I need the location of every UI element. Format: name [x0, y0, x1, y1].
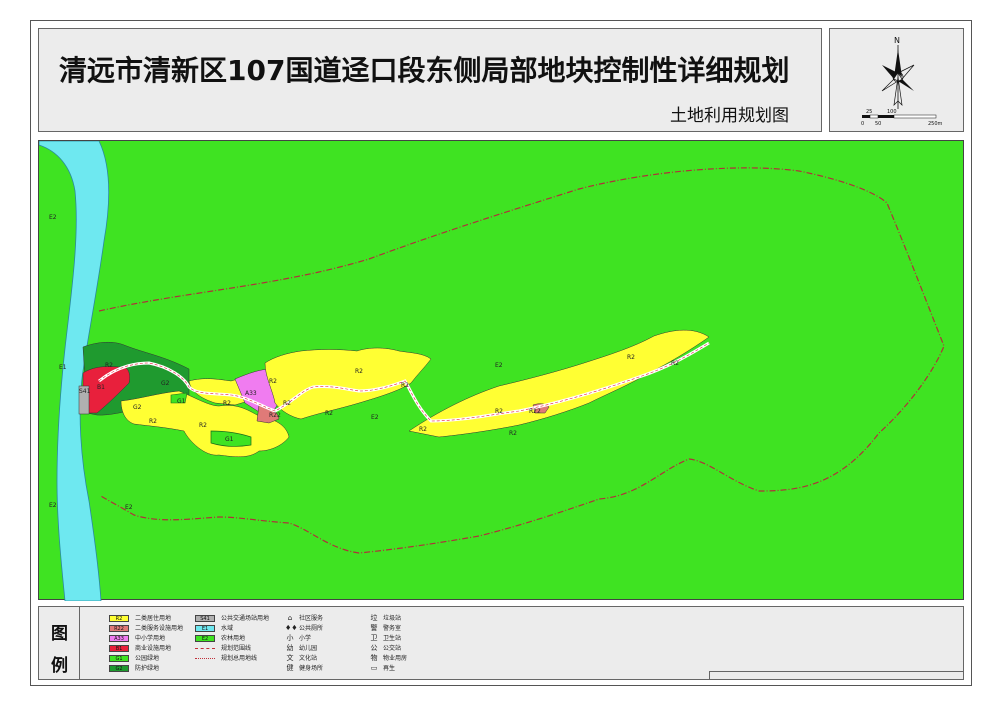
label-r2-m: R2 — [627, 354, 635, 361]
label-e2-center: E2 — [495, 362, 503, 369]
label-r2-l: R2 — [509, 430, 517, 437]
label-r2-d: R2 — [223, 400, 231, 407]
label-e1: E1 — [59, 364, 67, 371]
kindergarten-icon: 幼 — [286, 644, 294, 652]
legend-heading-2: 例 — [51, 656, 68, 676]
label-r22-b: R22 — [529, 408, 541, 415]
compass-panel: N 25 100 0 50 250m — [829, 28, 964, 132]
land-use-map-svg: E2 E2 E2 E2 E2 E1 S41 B1 R2 G2 G2 G1 G1 … — [38, 140, 945, 602]
title-panel: 清远市清新区107国道迳口段东侧局部地块控制性详细规划 土地利用规划图 — [38, 28, 822, 132]
scale-label-250m: 250m — [928, 121, 943, 127]
scale-label-0: 0 — [861, 121, 864, 127]
label-r2-k: R2 — [495, 408, 503, 415]
property-office-icon: 物 — [370, 654, 378, 662]
scale-label-50: 50 — [875, 121, 881, 127]
label-g2-b: G2 — [133, 404, 142, 411]
label-g1-b: G1 — [225, 436, 234, 443]
label-r2-c: R2 — [199, 422, 207, 429]
health-station-icon: 卫 — [370, 634, 378, 642]
label-g2-a: G2 — [161, 380, 170, 387]
label-e2-left-2: E2 — [49, 502, 57, 509]
legend-heading: 图 例 — [39, 607, 80, 679]
community-service-icon: ⌂ — [287, 614, 293, 622]
fitness-icon: 健 — [286, 664, 294, 672]
label-e2-left-1: E2 — [49, 214, 57, 221]
legend-heading-1: 图 — [51, 624, 68, 644]
legend-blank-box — [709, 671, 964, 680]
label-e2-mid: E2 — [371, 414, 379, 421]
label-a33: A33 — [245, 390, 257, 397]
label-r2-i: R2 — [401, 382, 409, 389]
public-toilet-icon: ♦♦ — [285, 624, 298, 632]
scale-label-25: 25 — [866, 109, 872, 115]
scale-label-100: 100 — [887, 109, 897, 115]
legend-panel: 图 例 R2 二类居住用地 R22 二类服务设施用地 A33 中小学用地 B1 … — [38, 606, 964, 680]
garbage-station-icon: 垃 — [370, 614, 378, 622]
label-g1-a: G1 — [177, 398, 186, 405]
primary-school-icon: 小 — [286, 634, 294, 642]
recycling-icon: ▭ — [370, 664, 378, 672]
label-r2-a: R2 — [105, 362, 113, 369]
label-r2-b: R2 — [149, 418, 157, 425]
label-r2-n: R2 — [671, 360, 679, 367]
compass-rose-icon: N 25 100 0 50 250m — [861, 36, 943, 127]
label-r2-h: R2 — [355, 368, 363, 375]
north-label: N — [894, 36, 900, 45]
bus-station-icon: 公 — [370, 644, 378, 652]
label-s41: S41 — [79, 388, 91, 395]
culture-station-icon: 文 — [286, 654, 294, 662]
police-room-icon: 警 — [370, 624, 378, 632]
label-r2-f: R2 — [269, 378, 277, 385]
page-title: 清远市清新区107国道迳口段东侧局部地块控制性详细规划 — [59, 54, 790, 87]
label-r2-g: R2 — [325, 410, 333, 417]
planning-boundary-line — [98, 167, 945, 554]
label-r2-j: R2 — [419, 426, 427, 433]
label-e2-lower: E2 — [125, 504, 133, 511]
map-subtitle: 土地利用规划图 — [670, 106, 789, 126]
label-b1: B1 — [97, 384, 105, 391]
land-use-map: E2 E2 E2 E2 E2 E1 S41 B1 R2 G2 G2 G1 G1 … — [38, 140, 964, 602]
label-r2-e: R2 — [283, 400, 291, 407]
label-r22-a: R22 — [269, 412, 281, 419]
